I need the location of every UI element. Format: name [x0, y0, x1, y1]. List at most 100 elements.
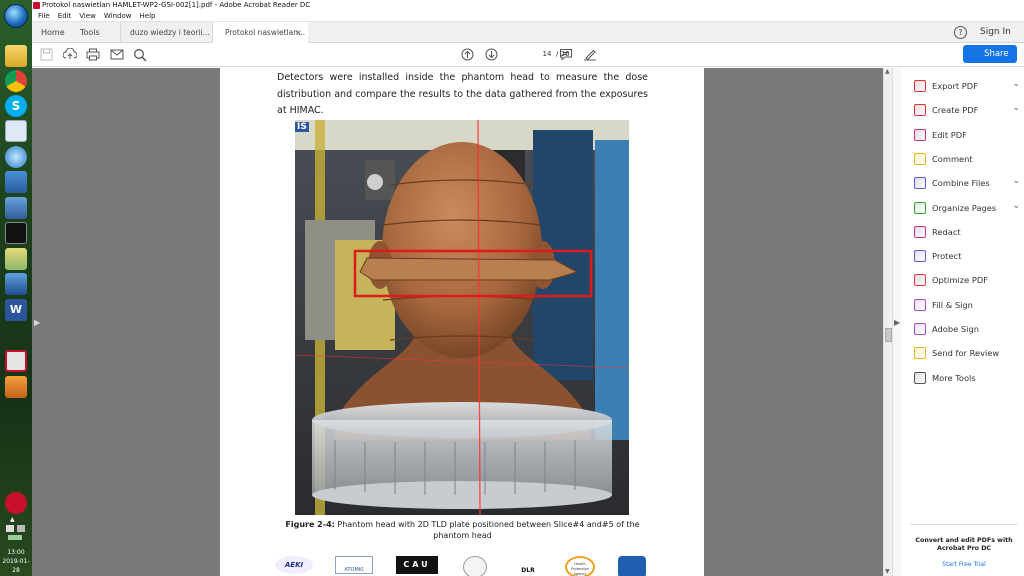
protect-icon	[914, 250, 926, 263]
send-for-review-icon	[914, 347, 926, 360]
university-seal-logo	[463, 556, 487, 576]
help-icon[interactable]: ?	[954, 26, 967, 39]
menu-bar: File Edit View Window Help	[32, 11, 1024, 22]
folder-icon[interactable]	[5, 45, 27, 67]
tool-combine-files[interactable]: Combine Files ⌄	[914, 173, 1022, 193]
upload-cloud-icon[interactable]	[62, 47, 78, 62]
fill-sign-icon	[914, 298, 926, 311]
menu-help[interactable]: Help	[140, 11, 156, 21]
scroll-thumb[interactable]	[885, 328, 892, 342]
partner-blue-logo	[618, 556, 646, 576]
battery-tray-icon[interactable]	[8, 535, 22, 540]
word-icon[interactable]: W	[5, 299, 27, 321]
previous-page-icon[interactable]	[460, 48, 474, 62]
share-person-icon: 👤	[971, 49, 982, 58]
scroll-down-icon[interactable]: ▼	[885, 568, 890, 575]
vertical-scrollbar[interactable]: ▲ ▼	[883, 68, 892, 576]
menu-view[interactable]: View	[79, 11, 96, 21]
left-panel-expand-icon[interactable]: ▶	[34, 318, 40, 327]
tool-label: Combine Files	[932, 178, 990, 189]
tool-redact[interactable]: Redact	[914, 222, 1022, 242]
save-icon[interactable]	[39, 48, 53, 62]
document-viewport[interactable]: ▶ Detectors were installed inside the ph…	[32, 68, 883, 576]
right-panel-collapse-icon[interactable]: ▶	[894, 318, 900, 327]
tool-edit-pdf[interactable]: Edit PDF	[914, 125, 1022, 145]
tool-adobe-sign[interactable]: Adobe Sign	[914, 319, 1022, 339]
tools-pane: Export PDF ⌄ Create PDF ⌄ Edit PDF Comment Com…	[902, 68, 1024, 576]
tool-send-for-review[interactable]: Send for Review	[914, 343, 1022, 363]
start-free-trial-link[interactable]: Start Free Trial	[910, 561, 1018, 569]
menu-edit[interactable]: Edit	[58, 11, 72, 21]
taskbar-clock[interactable]: 13:00 2019-01-28	[0, 548, 32, 575]
tray-expand-icon[interactable]: ▲	[10, 516, 15, 523]
chevron-down-icon[interactable]: ⌄	[1012, 201, 1020, 211]
tab-document-1[interactable]: duzo wiedzy i teorii...	[120, 22, 212, 43]
tool-protect[interactable]: Protect	[914, 246, 1022, 266]
email-icon[interactable]	[110, 48, 124, 62]
sign-in-link[interactable]: Sign In	[980, 22, 1011, 43]
zoom-search-icon[interactable]	[133, 48, 147, 62]
tab-bar: Home Tools duzo wiedzy i teorii... Proto…	[32, 22, 1024, 44]
more-tools-icon	[914, 371, 926, 384]
hpa-logo: Health Protection Agency	[565, 556, 595, 576]
tool-comment[interactable]: Comment	[914, 149, 1022, 169]
highlight-pen-icon[interactable]	[583, 48, 597, 62]
photo-corner-label: IS	[295, 122, 309, 132]
document-icon[interactable]	[5, 120, 27, 142]
print-icon[interactable]	[86, 48, 100, 62]
network-tray-icon[interactable]	[6, 525, 14, 532]
panel-splitter[interactable]: ▶	[892, 68, 902, 576]
chrome-icon[interactable]	[5, 70, 27, 92]
tool-more-tools[interactable]: More Tools	[914, 368, 1022, 388]
windows-taskbar: S W ▲ 13:00 2019-01-28	[0, 0, 32, 576]
skype-icon[interactable]: S	[5, 95, 27, 117]
chevron-down-icon[interactable]: ⌄	[1012, 79, 1020, 89]
tool-optimize-pdf[interactable]: Optimize PDF	[914, 270, 1022, 290]
tool-organize-pages[interactable]: Organize Pages ⌄	[914, 198, 1022, 218]
tool-label: Optimize PDF	[932, 275, 989, 286]
app-icon[interactable]	[5, 376, 27, 398]
tab-document-1-label: duzo wiedzy i teorii...	[130, 28, 210, 37]
tool-create-pdf[interactable]: Create PDF ⌄	[914, 100, 1022, 120]
cau-logo: CAU	[396, 556, 438, 574]
tray-app-icon[interactable]	[5, 492, 27, 514]
tab-document-2-label: Protokol naswietlan...	[225, 28, 306, 37]
chevron-down-icon[interactable]: ⌄	[1012, 176, 1020, 186]
dlr-logo: DLR	[511, 556, 545, 574]
tool-label: Create PDF	[932, 105, 979, 116]
tab-document-2[interactable]: Protokol naswietlan... ×	[212, 22, 308, 44]
page-number-input[interactable]: 14	[536, 48, 558, 61]
tool-icon[interactable]	[5, 197, 27, 219]
body-paragraph: Detectors were installed inside the phan…	[277, 72, 648, 116]
tool-export-pdf[interactable]: Export PDF ⌄	[914, 76, 1022, 96]
organize-pages-icon	[914, 201, 926, 214]
chevron-down-icon[interactable]: ⌄	[1012, 103, 1020, 113]
network-icon[interactable]	[5, 171, 27, 193]
menu-file[interactable]: File	[38, 11, 50, 21]
satellite-icon[interactable]	[5, 273, 27, 295]
tool-label: Export PDF	[932, 81, 978, 91]
pro-promo: Convert and edit PDFs with Acrobat Pro D…	[910, 524, 1018, 569]
volume-tray-icon[interactable]	[17, 525, 25, 532]
scroll-up-icon[interactable]: ▲	[885, 68, 890, 75]
atomki-logo-text: ATOMKI	[344, 567, 364, 573]
menu-window[interactable]: Window	[104, 11, 132, 21]
map-icon[interactable]	[5, 248, 27, 270]
tool-label: Send for Review	[932, 348, 1000, 359]
tool-label: Protect	[932, 251, 962, 262]
start-button[interactable]	[4, 4, 28, 28]
aeki-logo-text: AEKI	[284, 561, 304, 569]
clock-date: 2019-01-28	[2, 558, 30, 574]
pdf-page: Detectors were installed inside the phan…	[220, 68, 704, 576]
tab-home[interactable]: Home	[41, 22, 65, 43]
acrobat-taskbar-icon[interactable]	[5, 350, 27, 372]
tab-tools[interactable]: Tools	[80, 22, 100, 43]
share-button[interactable]: 👤 Share	[963, 45, 1017, 63]
next-page-icon[interactable]	[484, 48, 498, 62]
terminal-icon[interactable]	[5, 222, 27, 244]
comment-icon[interactable]	[559, 48, 573, 62]
tool-fill-sign[interactable]: Fill & Sign	[914, 295, 1022, 315]
close-tab-icon[interactable]: ×	[295, 22, 302, 43]
globe-icon[interactable]	[5, 146, 27, 168]
figure-caption-text: Phantom head with 2D TLD plate positione…	[334, 520, 640, 540]
